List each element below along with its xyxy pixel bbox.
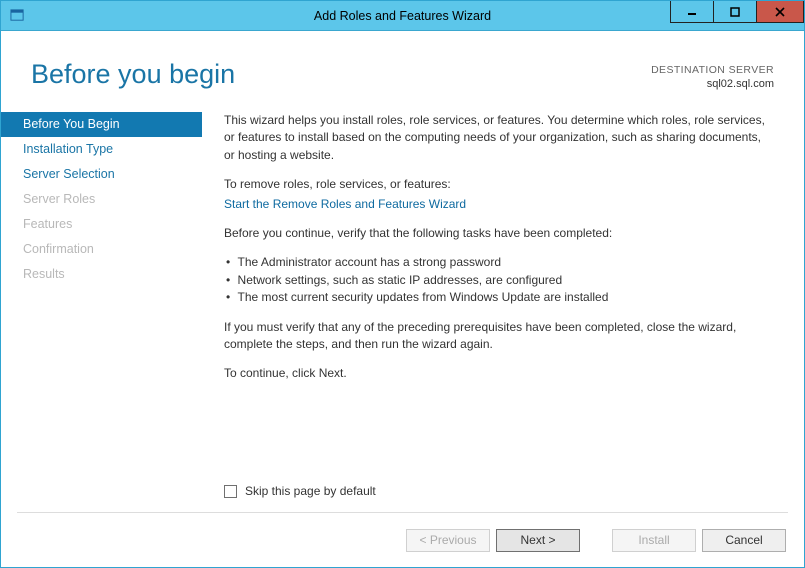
destination-server: sql02.sql.com bbox=[651, 77, 774, 92]
destination-server-block: DESTINATION SERVER sql02.sql.com bbox=[651, 59, 774, 92]
destination-label: DESTINATION SERVER bbox=[651, 63, 774, 77]
must-verify-text: If you must verify that any of the prece… bbox=[224, 319, 774, 354]
list-item: The most current security updates from W… bbox=[226, 289, 774, 306]
remove-label: To remove roles, role services, or featu… bbox=[224, 176, 774, 193]
titlebar[interactable]: Add Roles and Features Wizard bbox=[1, 1, 804, 31]
intro-text: This wizard helps you install roles, rol… bbox=[224, 112, 774, 164]
continue-text: To continue, click Next. bbox=[224, 365, 774, 382]
wizard-steps-sidebar: Before You Begin Installation Type Serve… bbox=[1, 106, 196, 512]
wizard-footer: < Previous Next > Install Cancel bbox=[1, 513, 804, 567]
list-item: The Administrator account has a strong p… bbox=[226, 254, 774, 271]
verify-label: Before you continue, verify that the fol… bbox=[224, 225, 774, 242]
window-controls bbox=[671, 1, 804, 30]
step-server-selection[interactable]: Server Selection bbox=[1, 162, 202, 187]
wizard-window: Add Roles and Features Wizard Before you… bbox=[0, 0, 805, 568]
step-confirmation: Confirmation bbox=[1, 237, 202, 262]
step-installation-type[interactable]: Installation Type bbox=[1, 137, 202, 162]
step-features: Features bbox=[1, 212, 202, 237]
remove-wizard-link[interactable]: Start the Remove Roles and Features Wiza… bbox=[224, 197, 466, 211]
cancel-button[interactable]: Cancel bbox=[702, 529, 786, 552]
step-results: Results bbox=[1, 262, 202, 287]
skip-page-checkbox[interactable] bbox=[224, 485, 237, 498]
step-server-roles: Server Roles bbox=[1, 187, 202, 212]
skip-page-row[interactable]: Skip this page by default bbox=[224, 483, 376, 500]
page-title: Before you begin bbox=[31, 59, 651, 90]
list-item: Network settings, such as static IP addr… bbox=[226, 272, 774, 289]
close-button[interactable] bbox=[756, 1, 804, 23]
prerequisites-list: The Administrator account has a strong p… bbox=[224, 254, 774, 306]
content-area: This wizard helps you install roles, rol… bbox=[196, 106, 782, 512]
minimize-button[interactable] bbox=[670, 1, 714, 23]
skip-page-label: Skip this page by default bbox=[245, 483, 376, 500]
install-button: Install bbox=[612, 529, 696, 552]
next-button[interactable]: Next > bbox=[496, 529, 580, 552]
app-icon bbox=[9, 8, 25, 24]
maximize-button[interactable] bbox=[713, 1, 757, 23]
step-before-you-begin[interactable]: Before You Begin bbox=[1, 112, 202, 137]
previous-button: < Previous bbox=[406, 529, 490, 552]
